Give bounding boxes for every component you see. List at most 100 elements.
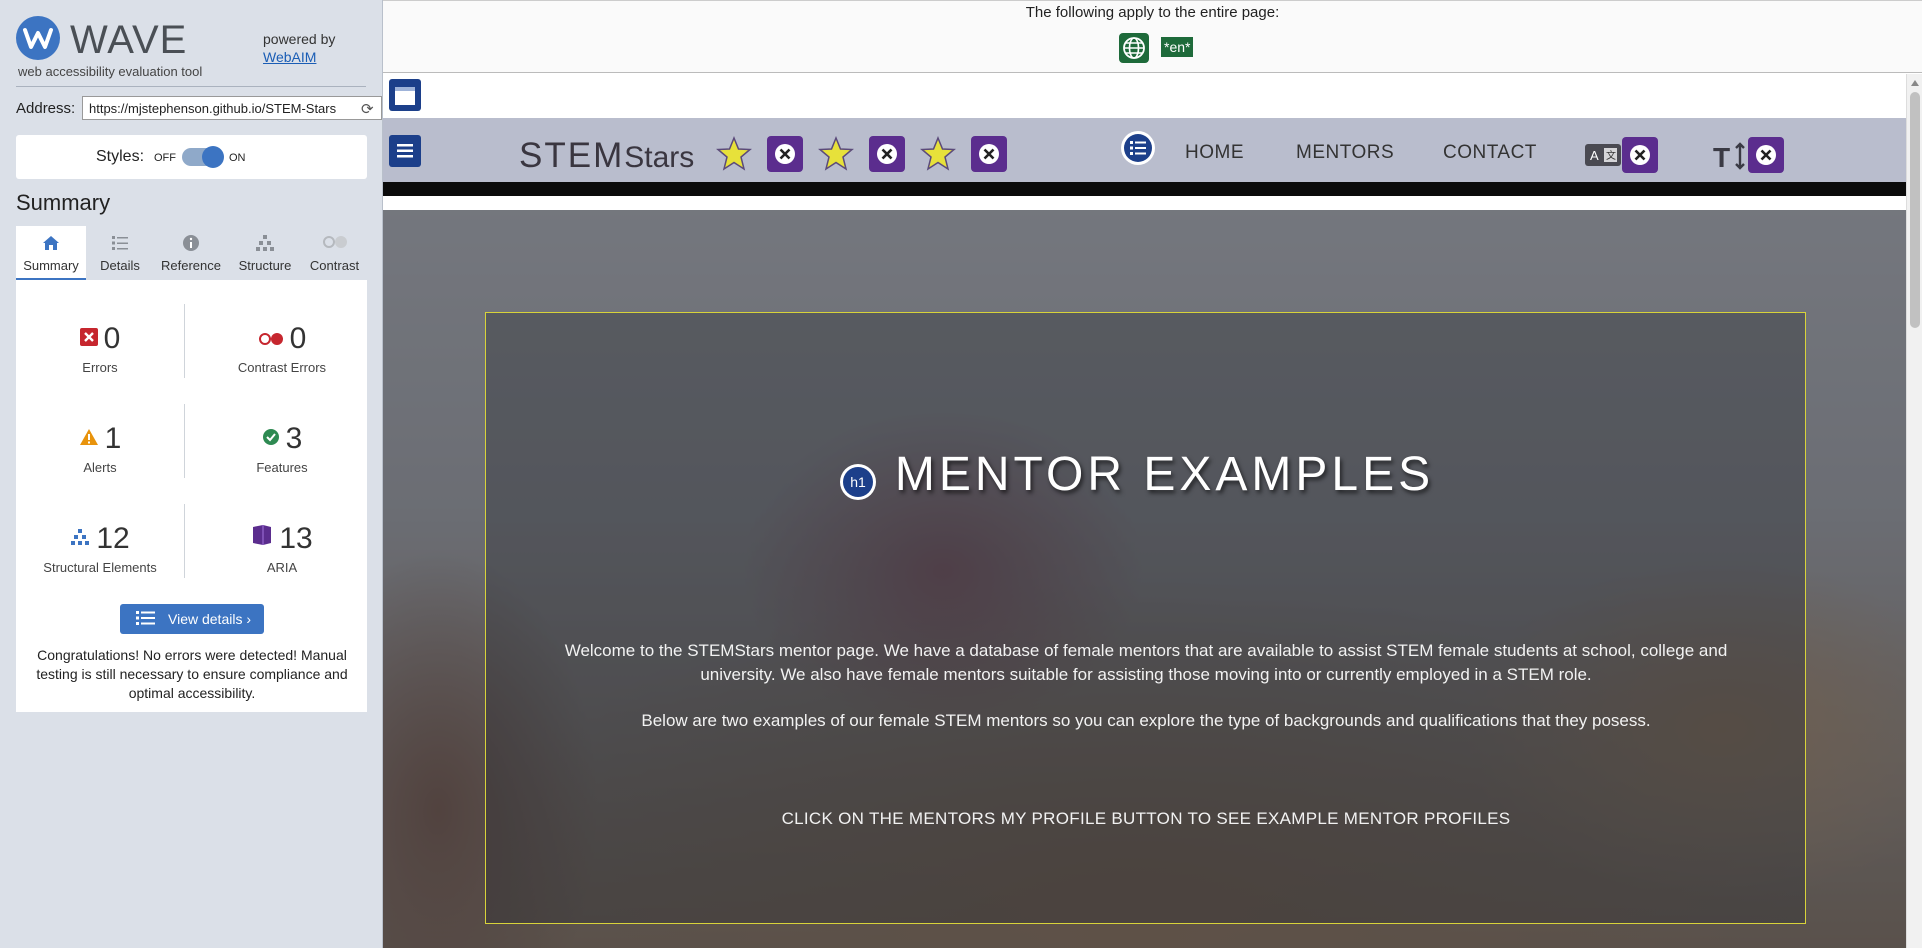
styles-off-label: OFF — [154, 152, 176, 164]
structure-icon — [230, 234, 300, 258]
nav-contact[interactable]: CONTACT — [1443, 142, 1537, 164]
wave-logo-icon — [16, 16, 60, 60]
page-scrollbar[interactable] — [1906, 74, 1922, 948]
alert-icon — [79, 420, 99, 454]
contrast-error-icon — [258, 320, 284, 354]
feature-icon — [262, 420, 280, 454]
stat-features[interactable]: 3 Features — [202, 422, 362, 475]
page-notice-text: The following apply to the entire page: — [1025, 4, 1280, 21]
aria-count: 13 — [279, 522, 313, 555]
stat-aria[interactable]: 13 ARIA — [202, 522, 362, 575]
powered-by-text: powered by — [263, 31, 336, 47]
wave-tagline: web accessibility evaluation tool — [18, 64, 203, 79]
tab-details[interactable]: Details — [88, 226, 152, 280]
language-switch[interactable]: A文 — [1585, 136, 1658, 174]
star-icon — [715, 135, 753, 173]
stat-contrast-errors[interactable]: 0 Contrast Errors — [202, 322, 362, 375]
site-frame: STEMStars HOME MENTORS CONTACT A文 T MENT… — [383, 74, 1922, 948]
errors-label: Errors — [82, 360, 118, 375]
aria-hidden-icon — [1747, 136, 1785, 178]
list-icon — [136, 611, 156, 628]
aria-hidden-icon[interactable] — [766, 135, 804, 173]
congrats-message: Congratulations! No errors were detected… — [36, 647, 348, 701]
navigation-landmark-icon[interactable] — [1120, 130, 1156, 166]
text-height-icon: T — [1713, 142, 1749, 174]
stat-structural[interactable]: 12 Structural Elements — [20, 522, 180, 575]
site-header: STEMStars HOME MENTORS CONTACT A文 T — [383, 118, 1906, 196]
language-badge[interactable]: *en* — [1161, 37, 1194, 57]
tab-summary[interactable]: Summary — [16, 226, 86, 280]
hero-cta-text: CLICK ON THE MENTORS MY PROFILE BUTTON T… — [781, 809, 1511, 828]
powered-by: powered by WebAIM — [263, 30, 335, 66]
star-icon — [919, 135, 957, 173]
summary-panel: 0 Errors 0 Contrast Errors 1 Alerts 3 Fe… — [16, 280, 367, 712]
star-icon — [817, 135, 855, 173]
webaim-link[interactable]: WebAIM — [263, 49, 316, 65]
address-label: Address: — [16, 100, 76, 117]
address-bar: Address: https://mjstephenson.github.io/… — [16, 96, 382, 122]
contrast-icon — [302, 234, 367, 258]
tab-summary-label: Summary — [23, 258, 79, 273]
features-count: 3 — [285, 422, 303, 455]
scroll-up-arrow[interactable] — [1911, 80, 1919, 86]
aria-icon[interactable] — [388, 134, 422, 168]
translate-icon: A文 — [1585, 144, 1621, 170]
tab-contrast[interactable]: Contrast — [302, 226, 367, 280]
svg-text:A: A — [1590, 148, 1599, 163]
aria-hidden-icon — [1621, 136, 1659, 178]
styles-toggle-box: Styles: OFF ON — [16, 135, 367, 179]
hero-section: MENTOR EXAMPLES h1 Welcome to the STEMSt… — [383, 210, 1906, 948]
stat-divider — [184, 504, 185, 578]
list-icon — [88, 234, 152, 258]
stat-divider — [184, 304, 185, 378]
svg-text:T: T — [1713, 142, 1730, 170]
toggle-knob — [202, 146, 224, 168]
page-notice-bar: The following apply to the entire page: … — [383, 0, 1922, 73]
alerts-label: Alerts — [83, 460, 117, 475]
view-details-button[interactable]: View details › — [120, 604, 264, 634]
address-input[interactable]: https://mjstephenson.github.io/STEM-Star… — [82, 96, 382, 120]
contrast-errors-label: Contrast Errors — [237, 360, 327, 375]
tab-structure-label: Structure — [238, 258, 292, 273]
reload-icon[interactable]: ⟳ — [361, 100, 377, 118]
wave-wordmark: WAVE — [70, 18, 188, 62]
styles-toggle-switch[interactable] — [182, 146, 224, 168]
features-label: Features — [256, 460, 308, 475]
structural-count: 12 — [96, 522, 130, 555]
site-brand[interactable]: STEMStars — [519, 136, 694, 176]
wave-logo: WAVE web accessibility evaluation tool p… — [16, 14, 376, 84]
hero-content-box: MENTOR EXAMPLES h1 Welcome to the STEMSt… — [485, 312, 1806, 924]
stat-alerts[interactable]: 1 Alerts — [20, 422, 180, 475]
tab-structure[interactable]: Structure — [230, 226, 300, 280]
wave-sidebar: WAVE web accessibility evaluation tool p… — [0, 0, 383, 948]
aria-hidden-icon[interactable] — [868, 135, 906, 173]
aria-hidden-icon[interactable] — [970, 135, 1008, 173]
aria-icon — [251, 520, 273, 554]
svg-text:文: 文 — [1606, 149, 1616, 162]
nav-mentors[interactable]: MENTORS — [1296, 142, 1394, 164]
nav-home[interactable]: HOME — [1185, 142, 1244, 164]
tab-contrast-label: Contrast — [309, 258, 360, 273]
aria-icon[interactable] — [388, 78, 422, 112]
globe-icon[interactable] — [1119, 33, 1149, 63]
tab-reference[interactable]: Reference — [154, 226, 228, 280]
heading-h1-icon[interactable]: h1 — [839, 463, 877, 501]
hero-examples-text: Below are two examples of our female STE… — [641, 711, 1651, 730]
hero-intro-text: Welcome to the STEMStars mentor page. We… — [564, 641, 1728, 684]
styles-label: Styles: — [96, 148, 145, 165]
page-title: MENTOR EXAMPLES — [894, 448, 1435, 501]
info-icon — [154, 234, 228, 258]
brand-main: STEM — [519, 136, 625, 175]
tab-reference-label: Reference — [161, 258, 221, 273]
stat-errors[interactable]: 0 Errors — [20, 322, 180, 375]
h1-badge-text: h1 — [850, 474, 866, 490]
scroll-thumb[interactable] — [1910, 92, 1920, 328]
view-details-label: View details › — [168, 611, 252, 627]
wave-tabs: Summary Details Reference Structure Cont… — [16, 226, 367, 280]
text-size-switch[interactable]: T — [1713, 136, 1784, 174]
stat-divider — [184, 404, 185, 478]
errors-count: 0 — [103, 322, 121, 355]
error-icon — [79, 320, 98, 354]
structure-icon — [70, 520, 90, 554]
alerts-count: 1 — [104, 422, 122, 455]
